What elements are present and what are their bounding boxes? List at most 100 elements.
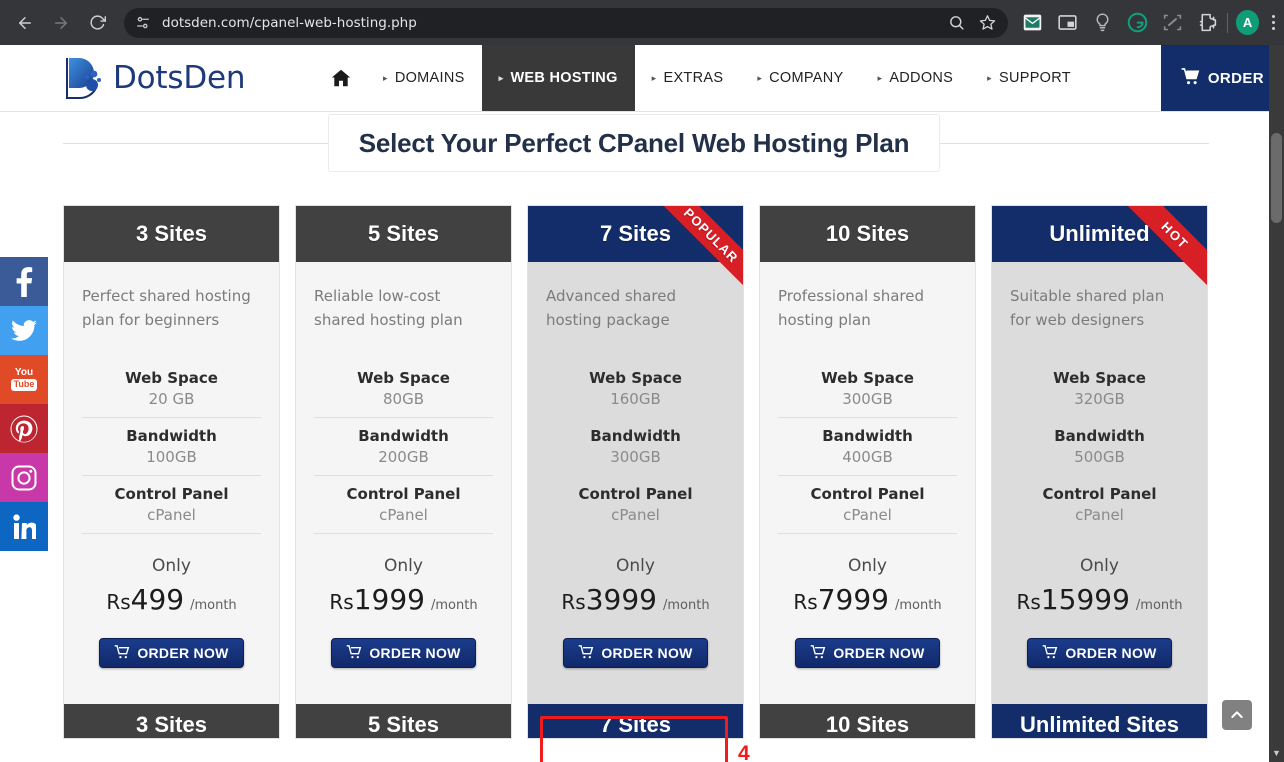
spec-bandwidth: Bandwidth 200GB [314, 417, 493, 475]
back-button[interactable] [8, 6, 42, 40]
spec-value: 80GB [382, 390, 424, 408]
order-now-button[interactable]: ORDER NOW [331, 638, 476, 668]
spec-label: Control Panel [810, 485, 925, 503]
nav-item-web-hosting[interactable]: ▸ WEB HOSTING [481, 45, 635, 111]
picture-in-picture-icon[interactable] [1057, 12, 1079, 34]
puzzle-extensions-icon[interactable] [1197, 12, 1219, 34]
spec-label: Bandwidth [822, 427, 913, 445]
address-bar[interactable]: dotsden.com/cpanel-web-hosting.php [124, 7, 1008, 38]
pinterest-icon[interactable] [0, 404, 48, 453]
nav-item-domains[interactable]: ▸ DOMAINS [366, 45, 482, 111]
chevron-right-icon: ▸ [877, 72, 883, 83]
pricing-plans-grid: 3 Sites Perfect shared hosting plan for … [63, 205, 1211, 739]
order-now-label: ORDER NOW [833, 645, 925, 661]
spec-control-panel: Control Panel cPanel [1010, 475, 1189, 533]
plan-name: 7 Sites [600, 712, 671, 737]
site-header: DotsDen ▸ DOMAINS ▸ WEB HOSTING ▸ EXTRAS… [0, 45, 1284, 112]
price-amount: 7999 [817, 583, 889, 616]
spec-value: 100GB [146, 448, 197, 466]
spec-label: Control Panel [346, 485, 461, 503]
price-amount: 499 [130, 583, 185, 616]
instagram-icon[interactable] [0, 453, 48, 502]
plan-description: Advanced shared hosting package [546, 287, 676, 330]
price-block: Only Rs 1999 /month ORDER NOW [314, 533, 493, 668]
spec-label: Bandwidth [126, 427, 217, 445]
spec-value: 300GB [610, 448, 661, 466]
nav-item-support[interactable]: ▸ SUPPORT [970, 45, 1088, 111]
next-plan-card-header: 5 Sites [296, 704, 511, 738]
only-label: Only [384, 556, 423, 576]
price-block: Only Rs 7999 /month ORDER NOW [778, 533, 957, 668]
youtube-icon[interactable]: You Tube [0, 355, 48, 404]
spec-label: Bandwidth [1054, 427, 1145, 445]
spec-value: cPanel [147, 506, 196, 524]
spec-web-space: Web Space 80GB [314, 360, 493, 417]
next-plan-card-header: 3 Sites [64, 704, 279, 738]
currency: Rs [106, 590, 131, 614]
plan-card-5-sites[interactable]: 5 Sites Reliable low-cost shared hosting… [295, 205, 512, 739]
facebook-icon[interactable] [0, 257, 48, 306]
plan-card-unlimited[interactable]: Unlimited HOT Suitable shared plan for w… [991, 205, 1208, 739]
header-order-button[interactable]: ORDER [1160, 45, 1284, 111]
order-label: ORDER [1207, 69, 1264, 87]
extension-icons [1022, 12, 1219, 34]
spec-value: cPanel [1075, 506, 1124, 524]
site-logo[interactable]: DotsDen [0, 45, 300, 111]
lightbulb-extension-icon[interactable] [1092, 12, 1114, 34]
plan-card-3-sites[interactable]: 3 Sites Perfect shared hosting plan for … [63, 205, 280, 739]
nav-label: ADDONS [889, 70, 954, 86]
linkedin-icon[interactable] [0, 502, 48, 551]
page-title: Select Your Perfect CPanel Web Hosting P… [358, 127, 910, 158]
forward-button[interactable] [44, 6, 78, 40]
only-label: Only [152, 556, 191, 576]
twitter-icon[interactable] [0, 306, 48, 355]
nav-item-extras[interactable]: ▸ EXTRAS [635, 45, 741, 111]
order-now-button[interactable]: ORDER NOW [99, 638, 244, 668]
capture-extension-icon[interactable] [1162, 12, 1184, 34]
bookmark-star-icon[interactable] [979, 14, 996, 31]
spec-label: Control Panel [114, 485, 229, 503]
plan-card-header: 3 Sites [64, 206, 279, 262]
order-now-button[interactable]: ORDER NOW [1027, 638, 1172, 668]
spec-control-panel: Control Panel cPanel [314, 475, 493, 533]
scrollbar-down-arrow[interactable]: ▼ [1269, 748, 1284, 758]
nav-home-icon[interactable] [300, 45, 366, 111]
order-now-label: ORDER NOW [1065, 645, 1157, 661]
page-scrollbar[interactable]: ▼ [1269, 45, 1284, 762]
site-settings-icon[interactable] [134, 14, 152, 32]
plan-card-header: 7 Sites [528, 206, 743, 262]
plan-card-10-sites[interactable]: 10 Sites Professional shared hosting pla… [759, 205, 976, 739]
reload-button[interactable] [80, 6, 114, 40]
order-now-button[interactable]: ORDER NOW [563, 638, 708, 668]
spec-value: 400GB [842, 448, 893, 466]
nav-label: EXTRAS [663, 70, 724, 86]
currency: Rs [1016, 590, 1041, 614]
nav-item-company[interactable]: ▸ COMPANY [740, 45, 860, 111]
page-viewport: DotsDen ▸ DOMAINS ▸ WEB HOSTING ▸ EXTRAS… [0, 45, 1284, 762]
nav-label: DOMAINS [394, 70, 465, 86]
spec-web-space: Web Space 20 GB [82, 360, 261, 417]
profile-avatar[interactable]: A [1235, 10, 1260, 35]
spec-value: 200GB [378, 448, 429, 466]
price-block: Only Rs 3999 /month ORDER NOW [546, 533, 725, 668]
order-now-button[interactable]: ORDER NOW [795, 638, 940, 668]
nav-item-addons[interactable]: ▸ ADDONS [860, 45, 970, 111]
currency: Rs [329, 590, 354, 614]
plan-name: 7 Sites [600, 221, 671, 246]
spec-value: 500GB [1074, 448, 1125, 466]
cart-icon [810, 644, 826, 662]
spec-value: 300GB [842, 390, 893, 408]
next-plan-card-header: 10 Sites [760, 704, 975, 738]
spec-bandwidth: Bandwidth 400GB [778, 417, 957, 475]
mail-extension-icon[interactable] [1022, 12, 1044, 34]
price-period: /month [190, 598, 237, 613]
chrome-menu-icon[interactable] [1263, 15, 1284, 30]
scroll-to-top-button[interactable] [1222, 700, 1252, 730]
grammarly-extension-icon[interactable] [1127, 12, 1149, 34]
zoom-icon[interactable] [948, 14, 965, 31]
spec-label: Web Space [821, 369, 914, 387]
scrollbar-thumb[interactable] [1271, 133, 1282, 223]
plan-card-7-sites[interactable]: 7 Sites POPULAR Advanced shared hosting … [527, 205, 744, 739]
spec-label: Control Panel [1042, 485, 1157, 503]
cart-icon [1181, 67, 1200, 89]
